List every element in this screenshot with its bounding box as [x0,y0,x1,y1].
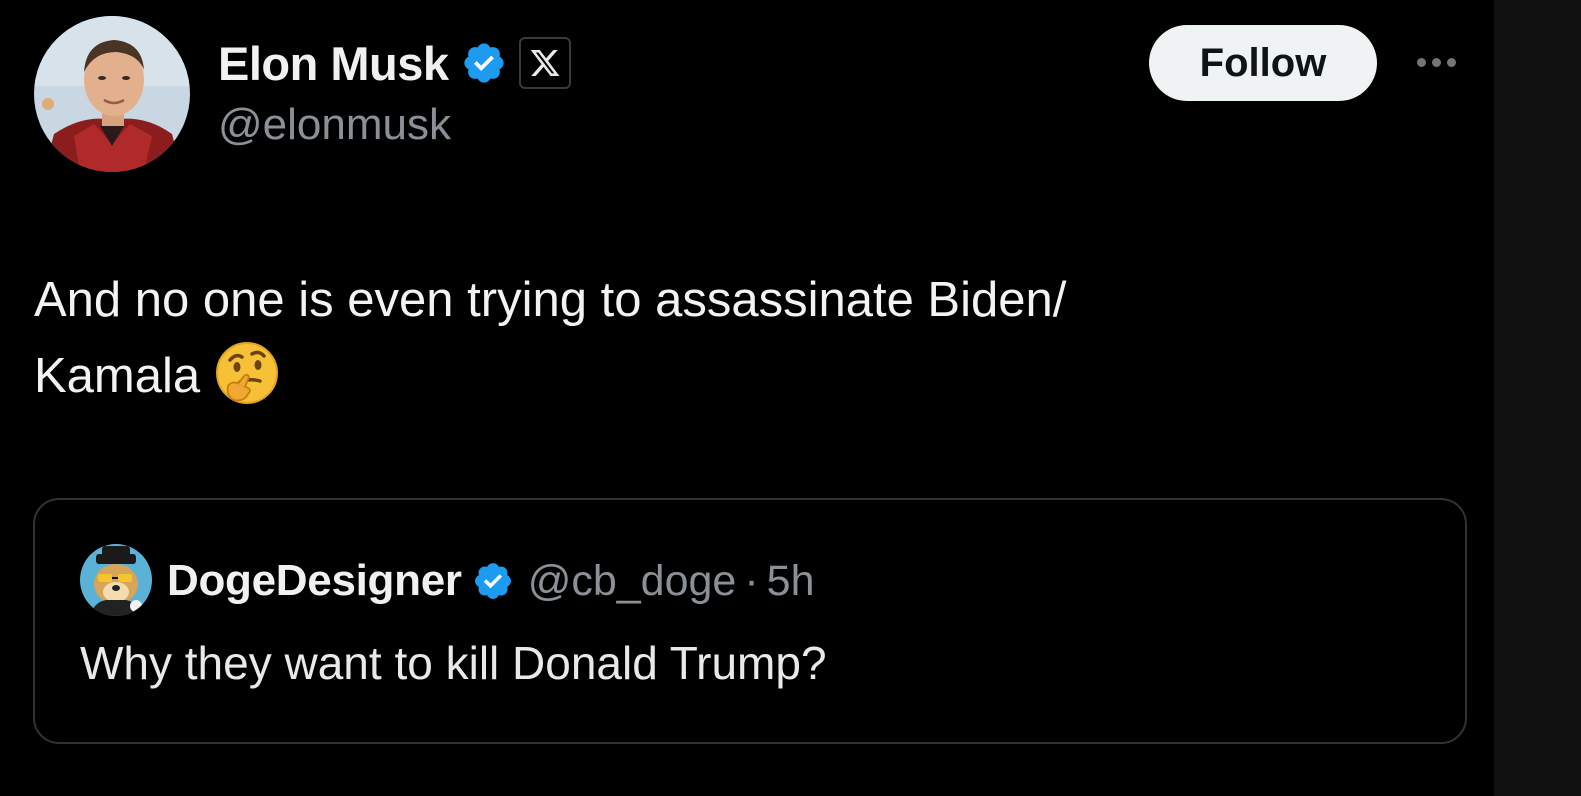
author-display-name[interactable]: Elon Musk [218,36,449,91]
quoted-tweet-header: DogeDesigner @cb_doge · 5h [167,552,815,610]
author-name-row: Elon Musk [218,34,571,92]
follow-button[interactable]: Follow [1149,25,1377,101]
more-options-icon[interactable] [1406,44,1466,80]
tweet-text-line-1: And no one is even trying to assassinate… [34,273,1067,327]
quoted-tweet-card[interactable]: DogeDesigner @cb_doge · 5h Why they want… [33,498,1467,744]
author-handle[interactable]: @elonmusk [218,100,451,150]
verified-badge-icon[interactable] [472,560,514,602]
author-avatar[interactable] [34,16,190,172]
tweet-text-line-2-wrapper: Kamala [34,338,1434,414]
side-margin [1494,0,1581,796]
quoted-author-handle[interactable]: @cb_doge [528,557,737,606]
tweet-text-line-2: Kamala [34,349,201,403]
quoted-tweet-text: Why they want to kill Donald Trump? [80,637,827,689]
quoted-tweet-timestamp[interactable]: 5h [767,557,815,606]
header-separator: · [744,556,759,605]
more-dot [1446,57,1456,67]
x-logo-icon[interactable] [518,37,571,89]
more-dot [1431,57,1441,67]
thinking-face-icon [214,340,280,406]
tweet-card: Elon Musk @elonmusk Follow And no one is… [0,0,1494,796]
doge-avatar[interactable] [80,544,152,616]
more-dot [1416,57,1426,67]
verified-badge-icon[interactable] [461,40,507,86]
quoted-author-display-name[interactable]: DogeDesigner [167,556,462,606]
tweet-text: And no one is even trying to assassinate… [34,262,1434,414]
